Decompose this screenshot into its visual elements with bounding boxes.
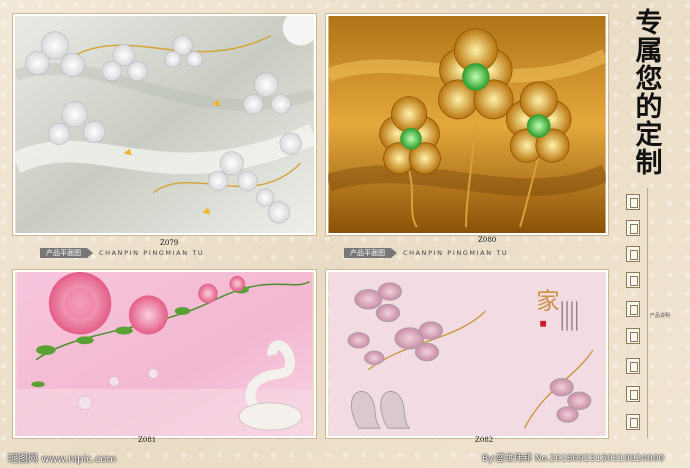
chair-icon[interactable]: [626, 328, 640, 344]
product-code-z080: Z080: [478, 236, 497, 244]
red-seal-icon: [540, 320, 547, 327]
plant-icon[interactable]: [626, 386, 640, 402]
product-code-z082: Z082: [475, 436, 494, 444]
side-title: 专 属 您 的 定 制: [632, 10, 666, 178]
pearl-flower-silk-image: [15, 16, 314, 233]
product-code-z079: Z079: [160, 239, 179, 247]
jewel-flower-image: 家: [329, 272, 605, 436]
wallpaper-tile-z080[interactable]: [326, 14, 608, 235]
side-title-char: 制: [635, 148, 663, 179]
author-watermark: By:盛世伟邦 No.20180923150319024000: [482, 454, 665, 464]
side-title-char: 您: [635, 64, 663, 95]
cabinet-icon[interactable]: [626, 246, 640, 262]
bed-icon[interactable]: [626, 301, 640, 317]
banner-cn-label: 产品平面图: [40, 248, 87, 258]
side-title-char: 专: [635, 8, 663, 39]
banner-cn-label: 产品平面图: [344, 248, 391, 258]
pink-rose-swan-image: [16, 272, 313, 436]
sofa-icon[interactable]: [626, 414, 640, 430]
side-title-char: 定: [635, 120, 663, 151]
wallpaper-tile-z082[interactable]: 家: [326, 270, 608, 438]
side-title-char: 属: [635, 36, 663, 67]
calligraphy-ornament: 家: [536, 287, 559, 315]
lamp-icon[interactable]: [626, 220, 640, 236]
frame-icon[interactable]: [626, 272, 640, 288]
side-icon-strip: [618, 188, 648, 438]
banner-en-label: CHANPIN PINGMIAN TU: [99, 249, 205, 257]
wallpaper-tile-z081[interactable]: [13, 270, 316, 438]
table-icon[interactable]: [626, 358, 640, 374]
side-note: 产品说明: [650, 313, 671, 319]
gold-flower-image: [328, 16, 606, 233]
site-watermark: 昵图网 www.nipic.com: [8, 454, 117, 465]
product-code-z081: Z081: [138, 436, 157, 444]
wallpaper-tile-z079[interactable]: [13, 14, 316, 235]
plan-view-banner-left: 产品平面图 CHANPIN PINGMIAN TU: [40, 248, 204, 258]
room-icon[interactable]: [626, 194, 640, 210]
banner-en-label: CHANPIN PINGMIAN TU: [403, 249, 509, 257]
side-title-char: 的: [635, 92, 663, 123]
plan-view-banner-right: 产品平面图 CHANPIN PINGMIAN TU: [344, 248, 508, 258]
